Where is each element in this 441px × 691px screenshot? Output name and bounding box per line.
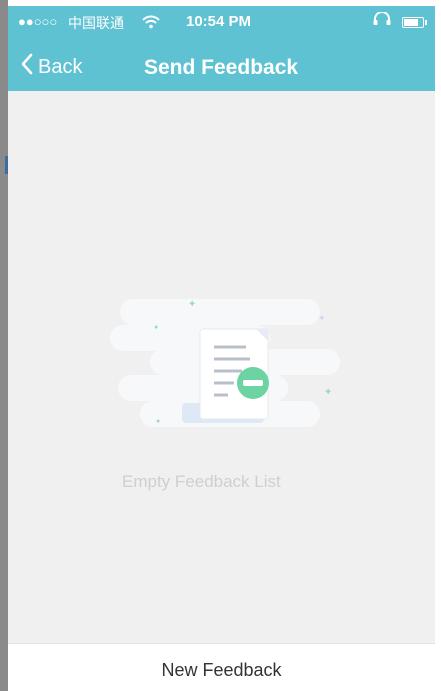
footer-bar: New Feedback — [8, 643, 435, 691]
navigation-bar: ●●○○○ 中国联通 10:54 PM Back Send Feedback — [8, 6, 435, 91]
new-feedback-button[interactable]: New Feedback — [8, 644, 435, 691]
frame-left-edge — [0, 0, 8, 691]
app-screen: ●●○○○ 中国联通 10:54 PM Back Send Feedback ✦… — [8, 6, 435, 691]
headphones-icon — [372, 11, 392, 30]
status-time: 10:54 PM — [186, 13, 252, 30]
page-title: Send Feedback — [144, 56, 299, 79]
empty-document-icon: ✦ ● ✦ ✦ ● — [110, 291, 340, 441]
wifi-icon — [142, 9, 160, 34]
back-button[interactable]: Back — [20, 52, 82, 82]
carrier-name: 中国联通 — [68, 15, 124, 31]
battery-icon — [402, 17, 427, 28]
svg-text:●: ● — [154, 324, 158, 331]
status-bar: ●●○○○ 中国联通 10:54 PM — [8, 6, 435, 36]
svg-text:✦: ✦ — [318, 313, 326, 323]
empty-state-message: Empty Feedback List — [122, 472, 281, 491]
svg-text:●: ● — [156, 418, 160, 425]
back-label: Back — [38, 55, 83, 78]
back-chevron-icon — [20, 53, 34, 79]
svg-text:✦: ✦ — [324, 387, 332, 398]
svg-text:✦: ✦ — [188, 299, 196, 310]
signal-strength: ●●○○○ — [18, 14, 58, 29]
